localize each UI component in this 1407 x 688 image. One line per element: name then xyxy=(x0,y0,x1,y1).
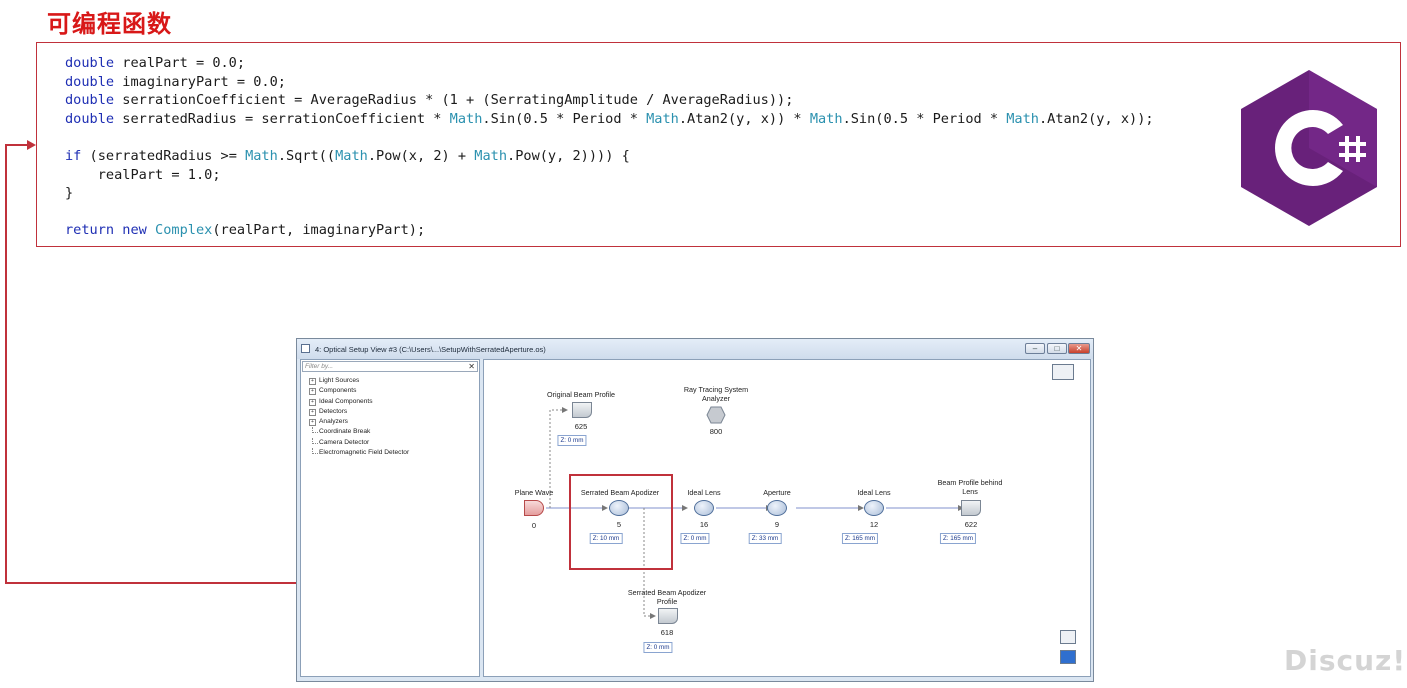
code-line-3: double serrationCoefficient = AverageRad… xyxy=(65,92,794,109)
z-position-badge[interactable]: Z: 0 mm xyxy=(643,642,673,653)
minimize-button[interactable]: – xyxy=(1025,343,1045,354)
maximize-button[interactable]: □ xyxy=(1047,343,1067,354)
window-title: 4: Optical Setup View #3 (C:\Users\...\S… xyxy=(315,345,546,354)
z-position-badge[interactable]: Z: 165 mm xyxy=(841,533,879,544)
node-label: Ideal Lens xyxy=(857,488,891,497)
snapshot-tool-icon[interactable] xyxy=(1052,364,1074,380)
info-tool-icon[interactable] xyxy=(1060,650,1076,664)
node-id: 800 xyxy=(709,427,723,436)
window-titlebar[interactable]: 4: Optical Setup View #3 (C:\Users\...\S… xyxy=(297,339,1093,359)
node-label: Ideal Lens xyxy=(687,488,721,497)
code-line-10: return new Complex(realPart, imaginaryPa… xyxy=(65,222,426,239)
node-id: 625 xyxy=(574,422,588,431)
code-block: double realPart = 0.0; double imaginaryP… xyxy=(65,54,1154,240)
node-label: Original Beam Profile xyxy=(547,390,615,399)
node-id: 618 xyxy=(660,628,674,637)
watermark: Discuz! xyxy=(1284,644,1407,677)
code-panel: double realPart = 0.0; double imaginaryP… xyxy=(36,42,1401,247)
component-node-12[interactable] xyxy=(864,500,884,516)
filter-input[interactable]: Filter by... ✕ xyxy=(302,361,478,372)
expand-icon[interactable]: + xyxy=(309,408,316,416)
clear-filter-icon[interactable]: ✕ xyxy=(468,362,475,371)
z-position-badge[interactable]: Z: 33 mm xyxy=(748,533,782,544)
node-label: Serrated Beam Apodizer Profile xyxy=(627,588,707,606)
tree-item-ideal-components[interactable]: + Ideal Components xyxy=(309,397,409,407)
code-line-6: if (serratedRadius >= Math.Sqrt((Math.Po… xyxy=(65,147,630,164)
z-position-badge[interactable]: Z: 0 mm xyxy=(557,435,587,446)
detector-node-625[interactable] xyxy=(572,402,592,418)
tree-item-coordinate-break[interactable]: Coordinate Break xyxy=(309,427,409,437)
component-catalog: Filter by... ✕ + Light Sources + Component… xyxy=(300,359,480,677)
setup-canvas[interactable]: Original Beam Profile 625 Z: 0 mm Ray Tr… xyxy=(483,359,1091,677)
edit-tool-icon[interactable] xyxy=(1060,630,1076,644)
code-line-4: double serratedRadius = serrationCoeffic… xyxy=(65,110,1154,127)
node-id: 9 xyxy=(774,520,780,529)
connector-line xyxy=(5,144,29,146)
node-label: Beam Profile behind Lens xyxy=(937,478,1003,496)
code-line-1: double realPart = 0.0; xyxy=(65,55,246,71)
page-title: 可编程函数 xyxy=(47,10,172,38)
z-position-badge[interactable]: Z: 0 mm xyxy=(680,533,710,544)
detector-node-618[interactable] xyxy=(658,608,678,624)
tree-item-camera-detector[interactable]: Camera Detector xyxy=(309,437,409,448)
code-line-7: realPart = 1.0; xyxy=(65,166,221,183)
node-label: Ray Tracing System Analyzer xyxy=(683,385,749,403)
close-button[interactable]: ✕ xyxy=(1068,343,1090,354)
node-label: Aperture xyxy=(763,488,791,497)
node-id: 0 xyxy=(531,521,537,530)
expand-icon[interactable]: + xyxy=(309,378,316,385)
connector-arrow-icon xyxy=(27,140,36,150)
code-line-2: double imaginaryPart = 0.0; xyxy=(65,73,286,90)
component-node-16[interactable] xyxy=(694,500,714,516)
expand-icon[interactable]: + xyxy=(309,388,316,396)
connector-line xyxy=(5,144,7,583)
highlight-box xyxy=(569,474,673,570)
optical-setup-window: 4: Optical Setup View #3 (C:\Users\...\S… xyxy=(296,338,1094,682)
tree-item-em-field-detector[interactable]: Electromagnetic Field Detector xyxy=(309,448,409,458)
expand-icon[interactable]: + xyxy=(309,398,316,406)
component-node-9[interactable] xyxy=(767,500,787,516)
expand-icon[interactable]: + xyxy=(309,419,316,427)
node-id: 16 xyxy=(699,520,709,529)
csharp-logo-icon xyxy=(1241,70,1377,226)
node-label: Plane Wave xyxy=(514,488,554,497)
tree-item-analyzers[interactable]: + Analyzers xyxy=(309,417,409,427)
code-line-8: } xyxy=(65,185,74,202)
tree-item-detectors[interactable]: + Detectors xyxy=(309,407,409,417)
tree-item-components[interactable]: + Components xyxy=(309,386,409,396)
filter-placeholder: Filter by... xyxy=(305,363,334,370)
z-position-badge[interactable]: Z: 165 mm xyxy=(939,533,977,544)
tree-item-light-sources[interactable]: + Light Sources xyxy=(309,376,409,386)
node-id: 12 xyxy=(869,520,879,529)
node-id: 622 xyxy=(964,520,978,529)
component-tree: + Light Sources + Components + Ideal Compon… xyxy=(309,376,409,458)
window-icon xyxy=(301,344,310,353)
detector-node-622[interactable] xyxy=(961,500,981,516)
light-source-node-0[interactable] xyxy=(524,500,544,516)
analyzer-node-800[interactable] xyxy=(706,406,726,424)
